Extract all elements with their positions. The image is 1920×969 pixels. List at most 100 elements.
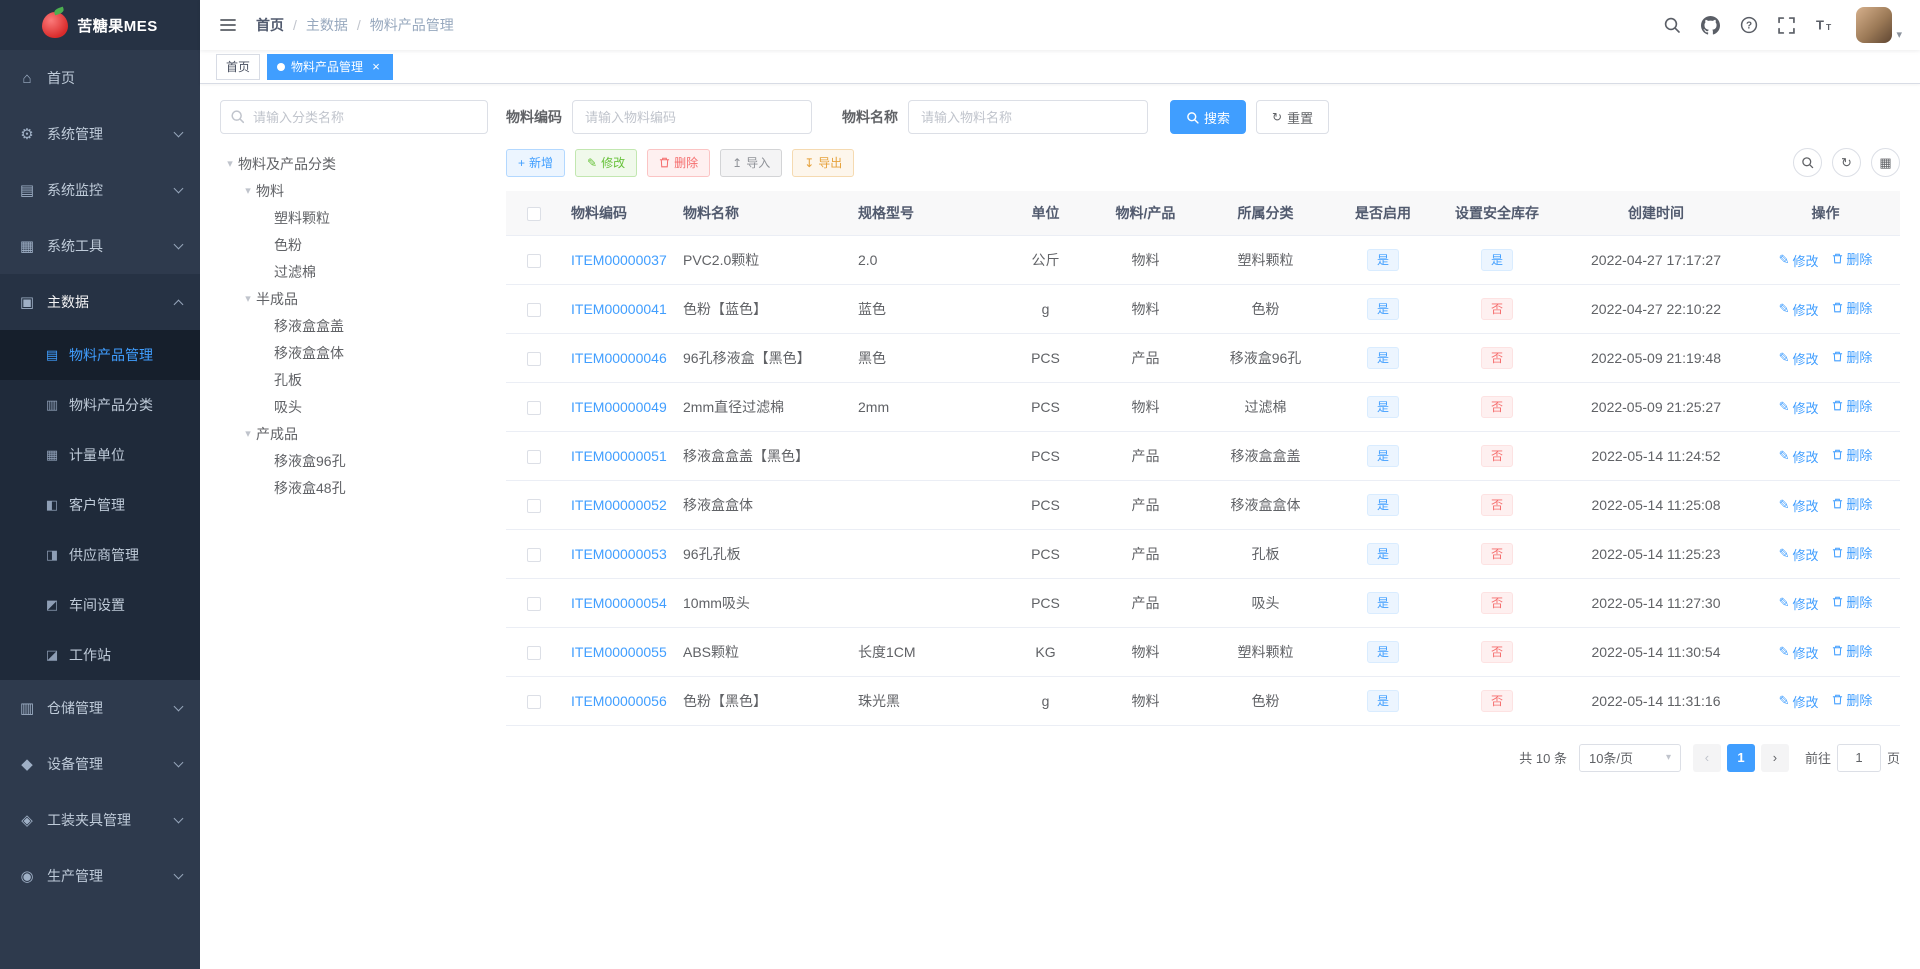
row-checkbox[interactable] bbox=[526, 694, 541, 709]
sidebar-subitem-material-product-mgmt[interactable]: ▤ 物料产品管理 bbox=[0, 330, 200, 380]
row-delete-link[interactable]: 删除 bbox=[1832, 347, 1872, 366]
delete-button[interactable]: 删除 bbox=[647, 148, 711, 177]
sidebar-item-fixture-mgmt[interactable]: ◈ 工装夹具管理 bbox=[0, 792, 200, 848]
tree-node-finished[interactable]: ▾ 产成品 bbox=[220, 420, 488, 447]
sidebar-subitem-measure-unit[interactable]: ▦ 计量单位 bbox=[0, 430, 200, 480]
github-icon[interactable] bbox=[1701, 15, 1721, 35]
refresh-button[interactable]: ↻ bbox=[1832, 148, 1861, 177]
tree-node-material[interactable]: ▾ 物料 bbox=[220, 177, 488, 204]
sidebar-item-home[interactable]: ⌂ 首页 bbox=[0, 50, 200, 106]
search-button[interactable]: 搜索 bbox=[1170, 100, 1247, 134]
close-icon[interactable]: × bbox=[369, 60, 383, 74]
fullscreen-icon[interactable] bbox=[1778, 16, 1796, 34]
tab-home[interactable]: 首页 bbox=[216, 53, 261, 80]
row-delete-link[interactable]: 删除 bbox=[1832, 592, 1872, 611]
sidebar-item-production-mgmt[interactable]: ◉ 生产管理 bbox=[0, 848, 200, 904]
tree-node-pipette-box-96[interactable]: 移液盒96孔 bbox=[220, 447, 488, 474]
row-delete-link[interactable]: 删除 bbox=[1832, 396, 1872, 415]
item-code-link[interactable]: ITEM00000051 bbox=[571, 448, 667, 464]
reset-button[interactable]: ↻ 重置 bbox=[1256, 100, 1330, 134]
breadcrumb-master-data[interactable]: 主数据 bbox=[306, 15, 348, 35]
material-name-input[interactable] bbox=[908, 100, 1148, 134]
row-checkbox[interactable] bbox=[526, 596, 541, 611]
import-button[interactable]: ↥ 导入 bbox=[720, 148, 783, 177]
tree-node-root[interactable]: ▾ 物料及产品分类 bbox=[220, 150, 488, 177]
caret-down-icon[interactable]: ▾ bbox=[240, 184, 256, 197]
sidebar-item-system-tools[interactable]: ▦ 系统工具 bbox=[0, 218, 200, 274]
row-edit-link[interactable]: ✎ 修改 bbox=[1779, 643, 1819, 662]
category-search-input[interactable] bbox=[220, 100, 488, 134]
tree-node-pipette-box-48[interactable]: 移液盒48孔 bbox=[220, 474, 488, 501]
tab-material-product-mgmt[interactable]: 物料产品管理 × bbox=[267, 53, 394, 80]
row-delete-link[interactable]: 删除 bbox=[1832, 249, 1872, 268]
select-all-checkbox[interactable] bbox=[526, 206, 541, 221]
row-delete-link[interactable]: 删除 bbox=[1832, 543, 1872, 562]
row-edit-link[interactable]: ✎ 修改 bbox=[1779, 496, 1819, 515]
row-delete-link[interactable]: 删除 bbox=[1832, 494, 1872, 513]
sidebar-subitem-material-product-category[interactable]: ▥ 物料产品分类 bbox=[0, 380, 200, 430]
row-checkbox[interactable] bbox=[526, 645, 541, 660]
prev-page-button[interactable]: ‹ bbox=[1692, 743, 1721, 772]
font-size-icon[interactable]: TT bbox=[1815, 16, 1834, 34]
tree-node-tip[interactable]: 吸头 bbox=[220, 393, 488, 420]
sidebar-toggle-icon[interactable] bbox=[214, 11, 242, 39]
row-edit-link[interactable]: ✎ 修改 bbox=[1779, 349, 1819, 368]
row-checkbox[interactable] bbox=[526, 351, 541, 366]
edit-button[interactable]: ✎ 修改 bbox=[575, 148, 638, 177]
sidebar-item-master-data[interactable]: ▣ 主数据 bbox=[0, 274, 200, 330]
item-code-link[interactable]: ITEM00000046 bbox=[571, 350, 667, 366]
sidebar-item-warehouse-mgmt[interactable]: ▥ 仓储管理 bbox=[0, 680, 200, 736]
tree-node-filter-cotton[interactable]: 过滤棉 bbox=[220, 258, 488, 285]
item-code-link[interactable]: ITEM00000054 bbox=[571, 595, 667, 611]
sidebar-item-system-mgmt[interactable]: ⚙ 系统管理 bbox=[0, 106, 200, 162]
tree-node-pipette-box-lid[interactable]: 移液盒盒盖 bbox=[220, 312, 488, 339]
tree-node-pipette-box-body[interactable]: 移液盒盒体 bbox=[220, 339, 488, 366]
page-number-button[interactable]: 1 bbox=[1726, 743, 1755, 772]
row-edit-link[interactable]: ✎ 修改 bbox=[1779, 398, 1819, 417]
sidebar-item-equipment-mgmt[interactable]: ◆ 设备管理 bbox=[0, 736, 200, 792]
item-code-link[interactable]: ITEM00000056 bbox=[571, 693, 667, 709]
row-edit-link[interactable]: ✎ 修改 bbox=[1779, 692, 1819, 711]
row-edit-link[interactable]: ✎ 修改 bbox=[1779, 594, 1819, 613]
item-code-link[interactable]: ITEM00000049 bbox=[571, 399, 667, 415]
material-code-input[interactable] bbox=[572, 100, 812, 134]
row-edit-link[interactable]: ✎ 修改 bbox=[1779, 447, 1819, 466]
row-checkbox[interactable] bbox=[526, 302, 541, 317]
tree-node-plastic-granule[interactable]: 塑料颗粒 bbox=[220, 204, 488, 231]
toggle-search-button[interactable] bbox=[1793, 148, 1822, 177]
row-checkbox[interactable] bbox=[526, 498, 541, 513]
row-checkbox[interactable] bbox=[526, 400, 541, 415]
add-button[interactable]: + 新增 bbox=[506, 148, 566, 177]
item-code-link[interactable]: ITEM00000037 bbox=[571, 252, 667, 268]
caret-down-icon[interactable]: ▾ bbox=[240, 427, 256, 440]
next-page-button[interactable]: › bbox=[1760, 743, 1789, 772]
export-button[interactable]: ↧ 导出 bbox=[792, 148, 855, 177]
tree-node-pigment[interactable]: 色粉 bbox=[220, 231, 488, 258]
item-code-link[interactable]: ITEM00000055 bbox=[571, 644, 667, 660]
row-delete-link[interactable]: 删除 bbox=[1832, 690, 1872, 709]
row-checkbox[interactable] bbox=[526, 449, 541, 464]
row-delete-link[interactable]: 删除 bbox=[1832, 641, 1872, 660]
search-icon[interactable] bbox=[1663, 16, 1681, 34]
item-code-link[interactable]: ITEM00000041 bbox=[571, 301, 667, 317]
page-size-select[interactable]: 10条/页 ▾ bbox=[1578, 743, 1681, 772]
columns-setting-button[interactable]: ▦ bbox=[1871, 148, 1900, 177]
tree-node-well-plate[interactable]: 孔板 bbox=[220, 366, 488, 393]
sidebar-subitem-workstation[interactable]: ◪ 工作站 bbox=[0, 630, 200, 680]
row-delete-link[interactable]: 删除 bbox=[1832, 298, 1872, 317]
goto-page-input[interactable] bbox=[1836, 743, 1881, 772]
row-delete-link[interactable]: 删除 bbox=[1832, 445, 1872, 464]
row-edit-link[interactable]: ✎ 修改 bbox=[1779, 545, 1819, 564]
caret-down-icon[interactable]: ▾ bbox=[240, 292, 256, 305]
user-menu[interactable]: ▾ bbox=[1856, 7, 1902, 43]
breadcrumb-home[interactable]: 首页 bbox=[256, 15, 284, 35]
item-code-link[interactable]: ITEM00000052 bbox=[571, 497, 667, 513]
row-edit-link[interactable]: ✎ 修改 bbox=[1779, 300, 1819, 319]
help-icon[interactable]: ? bbox=[1740, 16, 1758, 34]
row-edit-link[interactable]: ✎ 修改 bbox=[1779, 251, 1819, 270]
tree-node-semi-finished[interactable]: ▾ 半成品 bbox=[220, 285, 488, 312]
sidebar-subitem-workshop-settings[interactable]: ◩ 车间设置 bbox=[0, 580, 200, 630]
row-checkbox[interactable] bbox=[526, 253, 541, 268]
app-logo[interactable]: 苦糖果MES bbox=[0, 0, 200, 50]
sidebar-item-system-monitor[interactable]: ▤ 系统监控 bbox=[0, 162, 200, 218]
